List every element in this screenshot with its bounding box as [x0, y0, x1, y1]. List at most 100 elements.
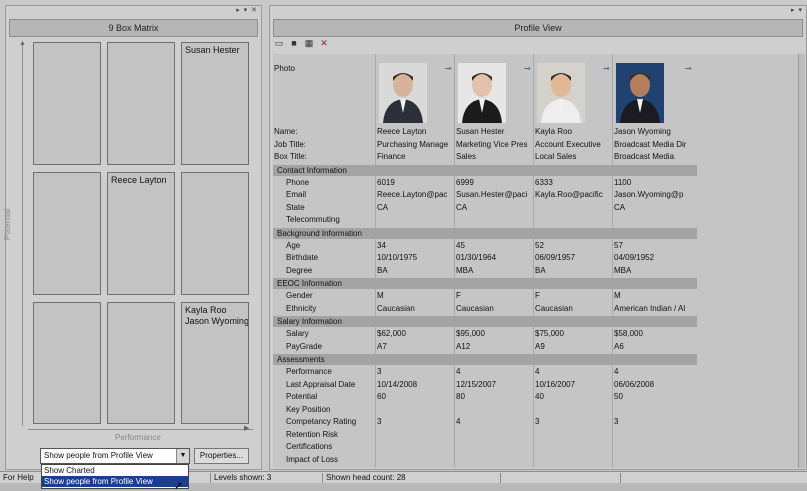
gender-value: F [456, 291, 461, 300]
age-value: 52 [535, 240, 544, 250]
section-header-eeoc: EEOC Information [273, 278, 697, 289]
email-label: Email [286, 190, 307, 199]
last-appraisal-value: 12/15/2007 [456, 379, 497, 389]
vertical-scrollbar[interactable] [798, 54, 805, 468]
paygrade-value: A9 [535, 341, 545, 351]
telecommuting-label: Telecommuting [286, 215, 340, 224]
pin-icon[interactable]: ✕ [318, 38, 330, 49]
certifications-row: Certifications [273, 441, 697, 453]
impact-row: Impact of Loss [273, 454, 697, 466]
job-title-value: Purchasing Manage [377, 139, 449, 149]
phone-row: Phone 6019 6999 6333 1100 [273, 177, 697, 189]
phone-value: 6333 [535, 177, 553, 187]
birthdate-value: 06/09/1957 [535, 253, 576, 262]
person-photo[interactable] [379, 63, 427, 123]
grid-icon[interactable]: ▦ [303, 38, 315, 49]
person-photo[interactable] [458, 63, 506, 123]
competancy-value: 4 [456, 417, 461, 426]
impact-label: Impact of Loss [286, 454, 339, 464]
box-title-row: Box Title: Finance Sales Local Sales Broadca… [273, 151, 697, 163]
option-show-charted[interactable]: Show Charted [42, 465, 188, 476]
pin-icon[interactable]: ⊸ [524, 64, 531, 73]
competancy-label: Competancy Rating [286, 417, 357, 426]
age-label: Age [286, 240, 301, 250]
paygrade-row: PayGrade A7 A12 A9 A6 [273, 341, 697, 353]
potential-axis-label: Potential [3, 208, 12, 240]
pane-window-controls[interactable]: ▸ ▾ ✕ [236, 6, 258, 14]
pin-icon[interactable]: ⊸ [603, 64, 610, 73]
certifications-label: Certifications [286, 442, 333, 451]
performance-axis-label: Performance [115, 433, 161, 442]
performance-row: Performance 3 4 4 4 [273, 366, 697, 378]
potential-value: 50 [614, 392, 623, 401]
phone-value: 1100 [614, 177, 632, 187]
paygrade-label: PayGrade [286, 341, 323, 351]
gender-value: M [614, 291, 621, 300]
telecommuting-row: Telecommuting [273, 214, 697, 226]
section-header-salary: Salary Information [273, 316, 697, 327]
email-row: Email Reece.Layton@pac Susan.Hester@paci Ka… [273, 189, 697, 201]
mouse-pointer-icon: ➚ [174, 480, 184, 491]
nine-box-cell[interactable]: Kayla Roo Jason Wyoming [181, 302, 249, 424]
last-appraisal-label: Last Appraisal Date [286, 379, 356, 389]
paygrade-value: A12 [456, 341, 471, 351]
name-label: Name: [274, 127, 298, 136]
ethnicity-value: American Indian / Al [614, 303, 686, 313]
nine-box-cell[interactable]: Reece Layton [107, 172, 175, 295]
section-header-background: Background Information [273, 227, 697, 239]
option-show-profile-people[interactable]: Show people from Profile View [42, 476, 188, 487]
gender-label: Gender [286, 291, 313, 300]
nine-box-cell[interactable] [33, 302, 101, 424]
nine-box-cell[interactable] [107, 302, 175, 424]
salary-label: Salary [286, 329, 309, 338]
nine-box-cell[interactable] [181, 172, 249, 295]
axis-arrow-up-icon: ▲ [19, 40, 26, 47]
potential-axis [22, 44, 23, 426]
state-row: State CA CA CA [273, 202, 697, 214]
card-view-icon[interactable]: ▭ [273, 38, 285, 49]
properties-button[interactable]: Properties... [194, 448, 249, 464]
box-title-value: Local Sales [535, 152, 577, 161]
chevron-down-icon[interactable]: ▼ [176, 449, 189, 463]
nine-box-cell[interactable] [107, 42, 175, 165]
nine-box-title: 9 Box Matrix [9, 19, 258, 37]
ethnicity-value: Caucasian [377, 303, 415, 313]
people-source-dropdown[interactable]: Show people from Profile View ▼ [40, 448, 190, 464]
profile-view-title: Profile View [273, 19, 803, 37]
paygrade-value: A6 [614, 341, 624, 351]
salary-row: Salary $62,000 $95,000 $75,000 $58,000 [273, 328, 697, 340]
pane-window-controls[interactable]: ▸ ▾ [791, 6, 803, 14]
birthdate-label: Birthdate [286, 253, 319, 262]
phone-value: 6999 [456, 177, 474, 187]
person-photo[interactable] [537, 63, 585, 123]
section-header-contact: Contact Information [273, 164, 697, 176]
job-title-value: Marketing Vice Pres [456, 139, 528, 149]
people-source-menu: Show Charted Show people from Profile Vi… [41, 464, 189, 489]
potential-value: 40 [535, 392, 544, 401]
email-value: Reece.Layton@pac [377, 190, 448, 199]
save-icon[interactable]: ■ [288, 38, 300, 49]
performance-value: 4 [535, 367, 540, 376]
birthdate-row: Birthdate 10/10/1975 01/30/1964 06/09/1957 0… [273, 252, 697, 264]
key-position-label: Key Position [286, 404, 331, 414]
nine-box-cell[interactable]: Susan Hester [181, 42, 249, 165]
salary-value: $75,000 [535, 329, 564, 338]
last-appraisal-row: Last Appraisal Date 10/14/2008 12/15/2007 1… [273, 379, 697, 391]
person-photo[interactable] [616, 63, 664, 123]
job-title-row: Job Title: Purchasing Manage Marketing Vic… [273, 139, 697, 151]
dropdown-value: Show people from Profile View [44, 451, 153, 460]
job-title-label: Job Title: [274, 139, 307, 149]
gender-row: Gender M F F M [273, 290, 697, 302]
box-title-value: Sales [456, 152, 477, 161]
nine-box-cell[interactable] [33, 172, 101, 295]
pin-icon[interactable]: ⊸ [445, 64, 452, 73]
pin-icon[interactable]: ⊸ [685, 64, 692, 73]
nine-box-cell[interactable] [33, 42, 101, 165]
ethnicity-value: Caucasian [456, 303, 494, 313]
ethnicity-label: Ethnicity [286, 303, 317, 313]
gender-value: M [377, 291, 384, 300]
degree-value: MBA [456, 265, 474, 275]
salary-value: $58,000 [614, 329, 643, 338]
box-title-value: Finance [377, 152, 406, 161]
name-value: Kayla Roo [535, 127, 572, 136]
